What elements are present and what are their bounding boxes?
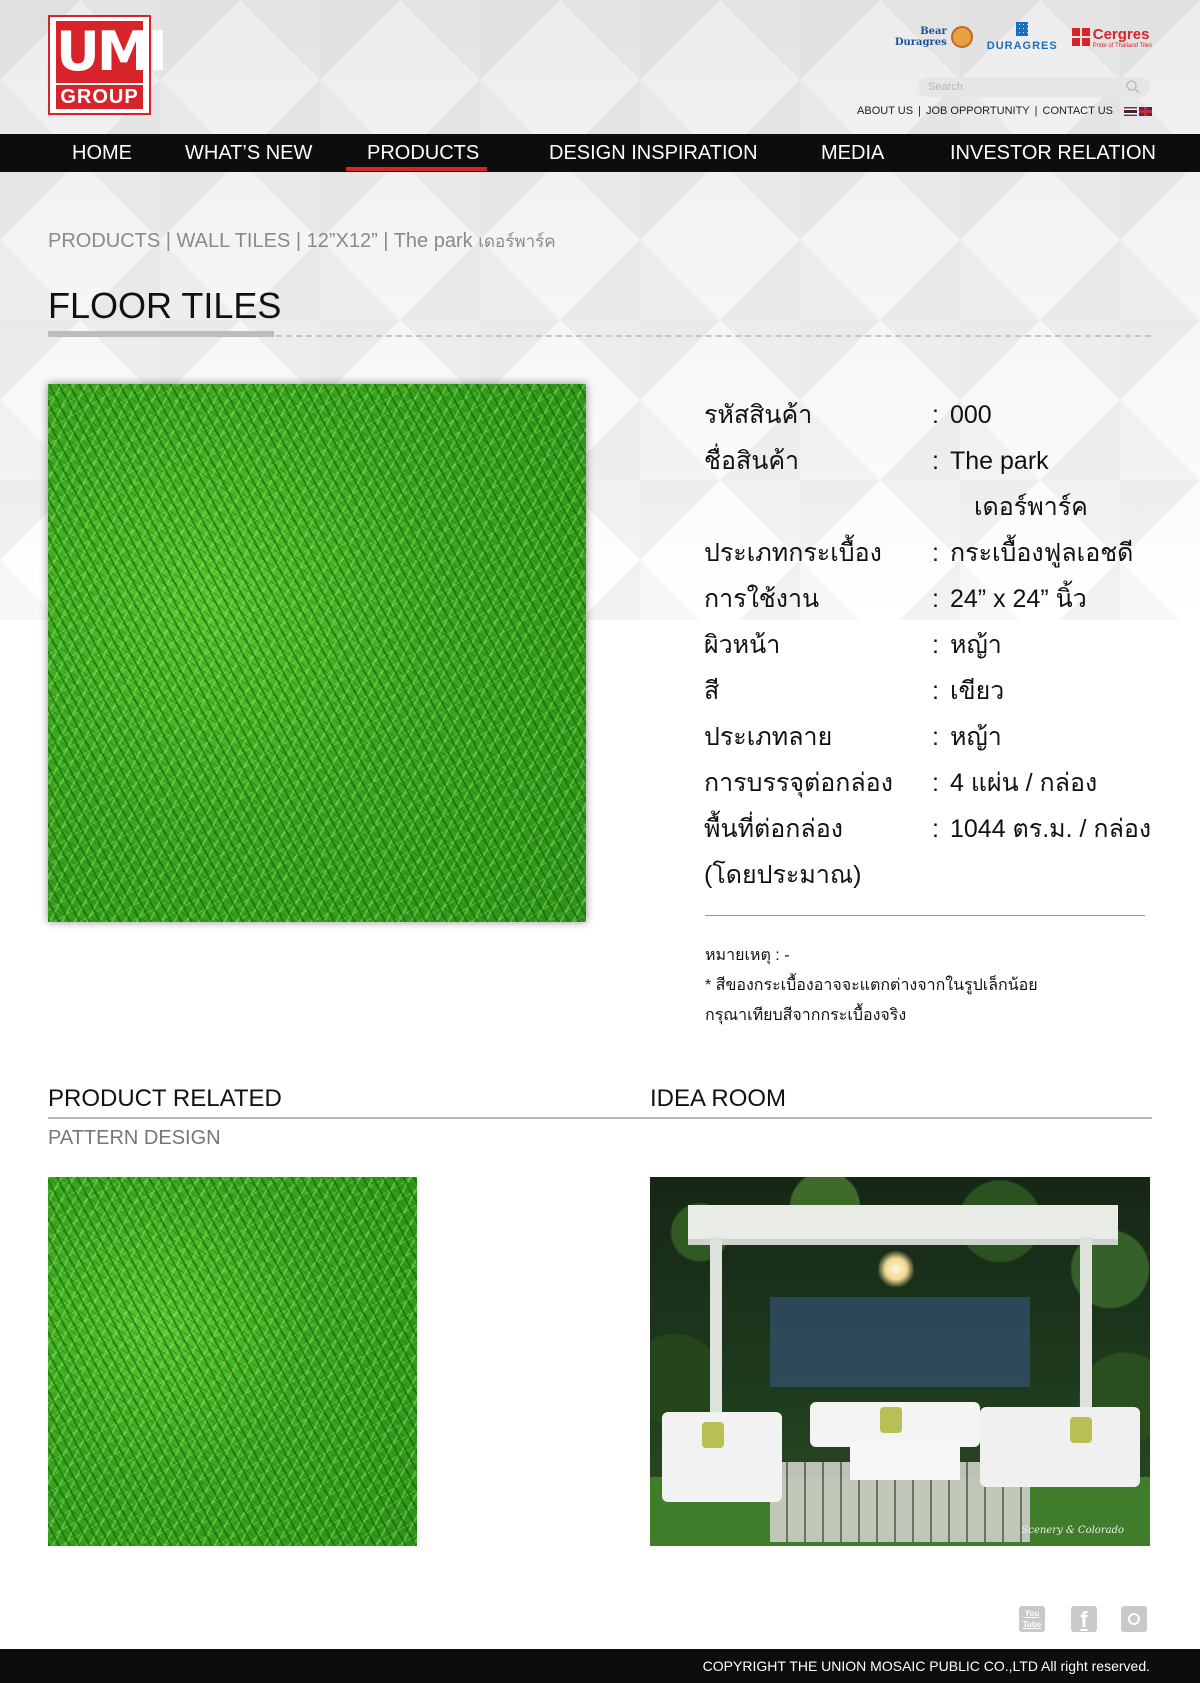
spec-row: ผิวหน้า : หญ้า: [704, 622, 1154, 668]
spec-value: เขียว: [950, 677, 1005, 705]
logo-mark: UMI: [56, 20, 168, 83]
spec-label: ชื่อสินค้า: [704, 447, 800, 475]
spec-colon: :: [932, 631, 939, 659]
spec-label-approx: (โดยประมาณ): [704, 861, 862, 889]
cergres-logo[interactable]: Cergres Pride of Thailand Tiles: [1071, 25, 1152, 49]
note-line: * สีของกระเบื้องอาจจะแตกต่างจากในรูปเล็ก…: [705, 977, 1038, 994]
spec-value: หญ้า: [950, 631, 1002, 659]
specs-divider: [705, 915, 1145, 916]
uk-flag-icon[interactable]: [1139, 106, 1152, 116]
top-links: ABOUT US | JOB OPPORTUNITY | CONTACT US: [852, 105, 1152, 117]
product-tile-image[interactable]: [48, 384, 586, 922]
spec-row: เดอร์พาร์ค: [704, 484, 1154, 530]
spec-value: กระเบื้องฟูลเอชดี: [950, 539, 1134, 567]
breadcrumb-thai-name: เดอร์พาร์ค: [478, 232, 556, 251]
thai-flag-icon[interactable]: [1124, 106, 1137, 116]
search-input[interactable]: [918, 77, 1150, 97]
spec-value-thai-name: เดอร์พาร์ค: [974, 493, 1088, 521]
instagram-icon[interactable]: [1121, 1606, 1147, 1632]
spec-colon: :: [932, 539, 939, 567]
spec-value: 4 แผ่น / กล่อง: [950, 769, 1098, 797]
bear-brand-line1: Bear: [920, 26, 947, 37]
search-icon[interactable]: [1125, 79, 1141, 95]
image-caption: Scenery & Colorado: [1021, 1525, 1124, 1536]
nav-active-indicator: [346, 167, 487, 171]
spec-value: 000: [950, 401, 992, 429]
duragres-logo[interactable]: DURAGRES: [987, 22, 1058, 52]
spec-label: ประเภทกระเบื้อง: [704, 539, 882, 567]
main-nav: HOME WHAT’S NEW PRODUCTS DESIGN INSPIRAT…: [0, 134, 1200, 172]
spec-label: รหัสสินค้า: [704, 401, 813, 429]
page-title: FLOOR TILES: [48, 285, 282, 326]
spec-colon: :: [932, 769, 939, 797]
contact-us-link[interactable]: CONTACT US: [1038, 105, 1119, 117]
youtube-icon[interactable]: You Tube: [1019, 1606, 1045, 1632]
nav-whats-new[interactable]: WHAT’S NEW: [185, 134, 312, 172]
pergola-canopy: [688, 1205, 1118, 1245]
spec-label: การบรรจุต่อกล่อง: [704, 769, 893, 797]
title-divider: [276, 335, 1151, 337]
spec-row: พื้นที่ต่อกล่อง : 1044 ตร.ม. / กล่อง: [704, 806, 1154, 852]
spec-colon: :: [932, 815, 939, 843]
nav-home[interactable]: HOME: [72, 134, 132, 172]
bear-brand-line2: Duragres: [894, 37, 947, 48]
bear-icon: [950, 26, 973, 48]
spec-label: การใช้งาน: [704, 585, 820, 613]
note-line: กรุณาเทียบสีจากกระเบื้องจริง: [705, 1007, 907, 1024]
spec-colon: :: [932, 401, 939, 429]
spec-colon: :: [932, 723, 939, 751]
spec-label: พื้นที่ต่อกล่อง: [704, 815, 843, 843]
spec-row: ประเภทลาย : หญ้า: [704, 714, 1154, 760]
spec-row: สี : เขียว: [704, 668, 1154, 714]
duragres-brand-name: DURAGRES: [986, 40, 1058, 52]
section-title-product-related: PRODUCT RELATED: [48, 1085, 282, 1112]
bear-duragres-logo[interactable]: Bear Duragres: [895, 26, 973, 48]
logo-group-text: GROUP: [56, 85, 143, 109]
spec-value: 1044 ตร.ม. / กล่อง: [950, 815, 1152, 843]
spec-colon: :: [932, 585, 939, 613]
coffee-table: [850, 1442, 960, 1480]
spec-colon: :: [932, 677, 939, 705]
spec-label: สี: [704, 677, 720, 705]
spec-label: ผิวหน้า: [704, 631, 781, 659]
nav-investor-relation[interactable]: INVESTOR RELATION: [950, 134, 1156, 172]
spec-colon: :: [932, 447, 939, 475]
section-divider: [48, 1117, 1152, 1119]
cergres-brand-name: Cergres: [1092, 25, 1150, 43]
footer-copyright: COPYRIGHT THE UNION MOSAIC PUBLIC CO.,LT…: [0, 1649, 1200, 1683]
breadcrumb-path[interactable]: PRODUCTS | WALL TILES | 12”X12” | The pa…: [48, 230, 473, 252]
pattern-design-image[interactable]: [48, 1177, 417, 1546]
idea-room-image[interactable]: Scenery & Colorado: [650, 1177, 1150, 1546]
cergres-tagline: Pride of Thailand Tiles: [1092, 42, 1152, 49]
spec-row: การบรรจุต่อกล่อง : 4 แผ่น / กล่อง: [704, 760, 1154, 806]
cergres-squares-icon: [1071, 28, 1090, 46]
product-specs: รหัสสินค้า : 000 ชื่อสินค้า : The park เ…: [704, 392, 1154, 898]
umi-group-logo[interactable]: UMI GROUP: [48, 15, 168, 115]
spec-row: รหัสสินค้า : 000: [704, 392, 1154, 438]
breadcrumb: PRODUCTS | WALL TILES | 12”X12” | The pa…: [48, 228, 556, 255]
spec-label: ประเภทลาย: [704, 723, 833, 751]
chandelier: [878, 1249, 914, 1289]
facebook-icon[interactable]: f: [1071, 1606, 1097, 1632]
nav-media[interactable]: MEDIA: [821, 134, 884, 172]
spec-row: ประเภทกระเบื้อง : กระเบื้องฟูลเอชดี: [704, 530, 1154, 576]
title-underline: [48, 331, 274, 337]
spec-value: 24” x 24” นิ้ว: [950, 585, 1087, 613]
spec-value: The park: [950, 447, 1049, 475]
spec-row: การใช้งาน : 24” x 24” นิ้ว: [704, 576, 1154, 622]
spec-row: ชื่อสินค้า : The park: [704, 438, 1154, 484]
note-line: หมายเหตุ : -: [705, 947, 790, 964]
section-title-idea-room: IDEA ROOM: [650, 1085, 787, 1112]
duragres-grid-icon: [1016, 22, 1029, 36]
nav-design-inspiration[interactable]: DESIGN INSPIRATION: [549, 134, 758, 172]
pattern-design-subtitle: PATTERN DESIGN: [48, 1127, 221, 1149]
brand-logos: Bear Duragres DURAGRES Cergres Pride of …: [895, 22, 1152, 52]
product-note: หมายเหตุ : - * สีของกระเบื้องอาจจะแตกต่า…: [705, 941, 1038, 1031]
spec-value: หญ้า: [950, 723, 1002, 751]
job-opportunity-link[interactable]: JOB OPPORTUNITY: [921, 105, 1035, 117]
sofa-right: [980, 1407, 1140, 1487]
spec-row: (โดยประมาณ): [704, 852, 1154, 898]
about-us-link[interactable]: ABOUT US: [852, 105, 918, 117]
